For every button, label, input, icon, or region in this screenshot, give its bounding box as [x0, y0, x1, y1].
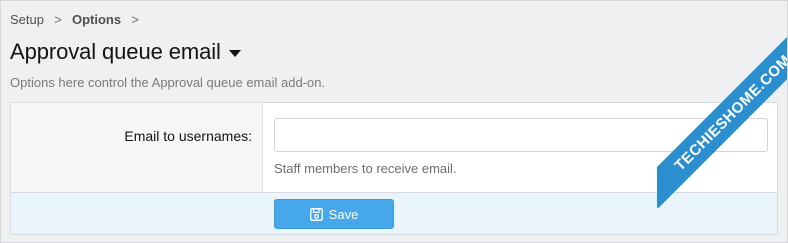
save-button[interactable]: Save	[274, 199, 394, 229]
form-input-column: Staff members to receive email.	[263, 103, 777, 192]
form-submit-row: Save	[11, 192, 777, 234]
chevron-right-icon: >	[54, 12, 62, 27]
page-description: Options here control the Approval queue …	[10, 75, 326, 90]
form-row-email: Email to usernames: Staff members to rec…	[11, 103, 777, 192]
page-title: Approval queue email	[10, 39, 221, 64]
page-frame: Setup > Options > Approval queue email O…	[0, 0, 788, 243]
title-row: Approval queue email	[10, 39, 241, 65]
email-usernames-input[interactable]	[274, 118, 768, 152]
chevron-right-icon: >	[131, 12, 139, 27]
breadcrumb: Setup > Options >	[10, 12, 149, 27]
breadcrumb-item-options[interactable]: Options	[72, 12, 121, 27]
email-field-explain: Staff members to receive email.	[274, 161, 457, 176]
save-button-label: Save	[328, 206, 359, 222]
options-form: Email to usernames: Staff members to rec…	[10, 102, 778, 235]
caret-down-icon[interactable]	[228, 50, 241, 57]
form-label-column: Email to usernames:	[11, 103, 263, 192]
save-icon	[309, 207, 323, 221]
email-field-label: Email to usernames:	[124, 128, 252, 144]
breadcrumb-item-setup[interactable]: Setup	[10, 12, 44, 27]
